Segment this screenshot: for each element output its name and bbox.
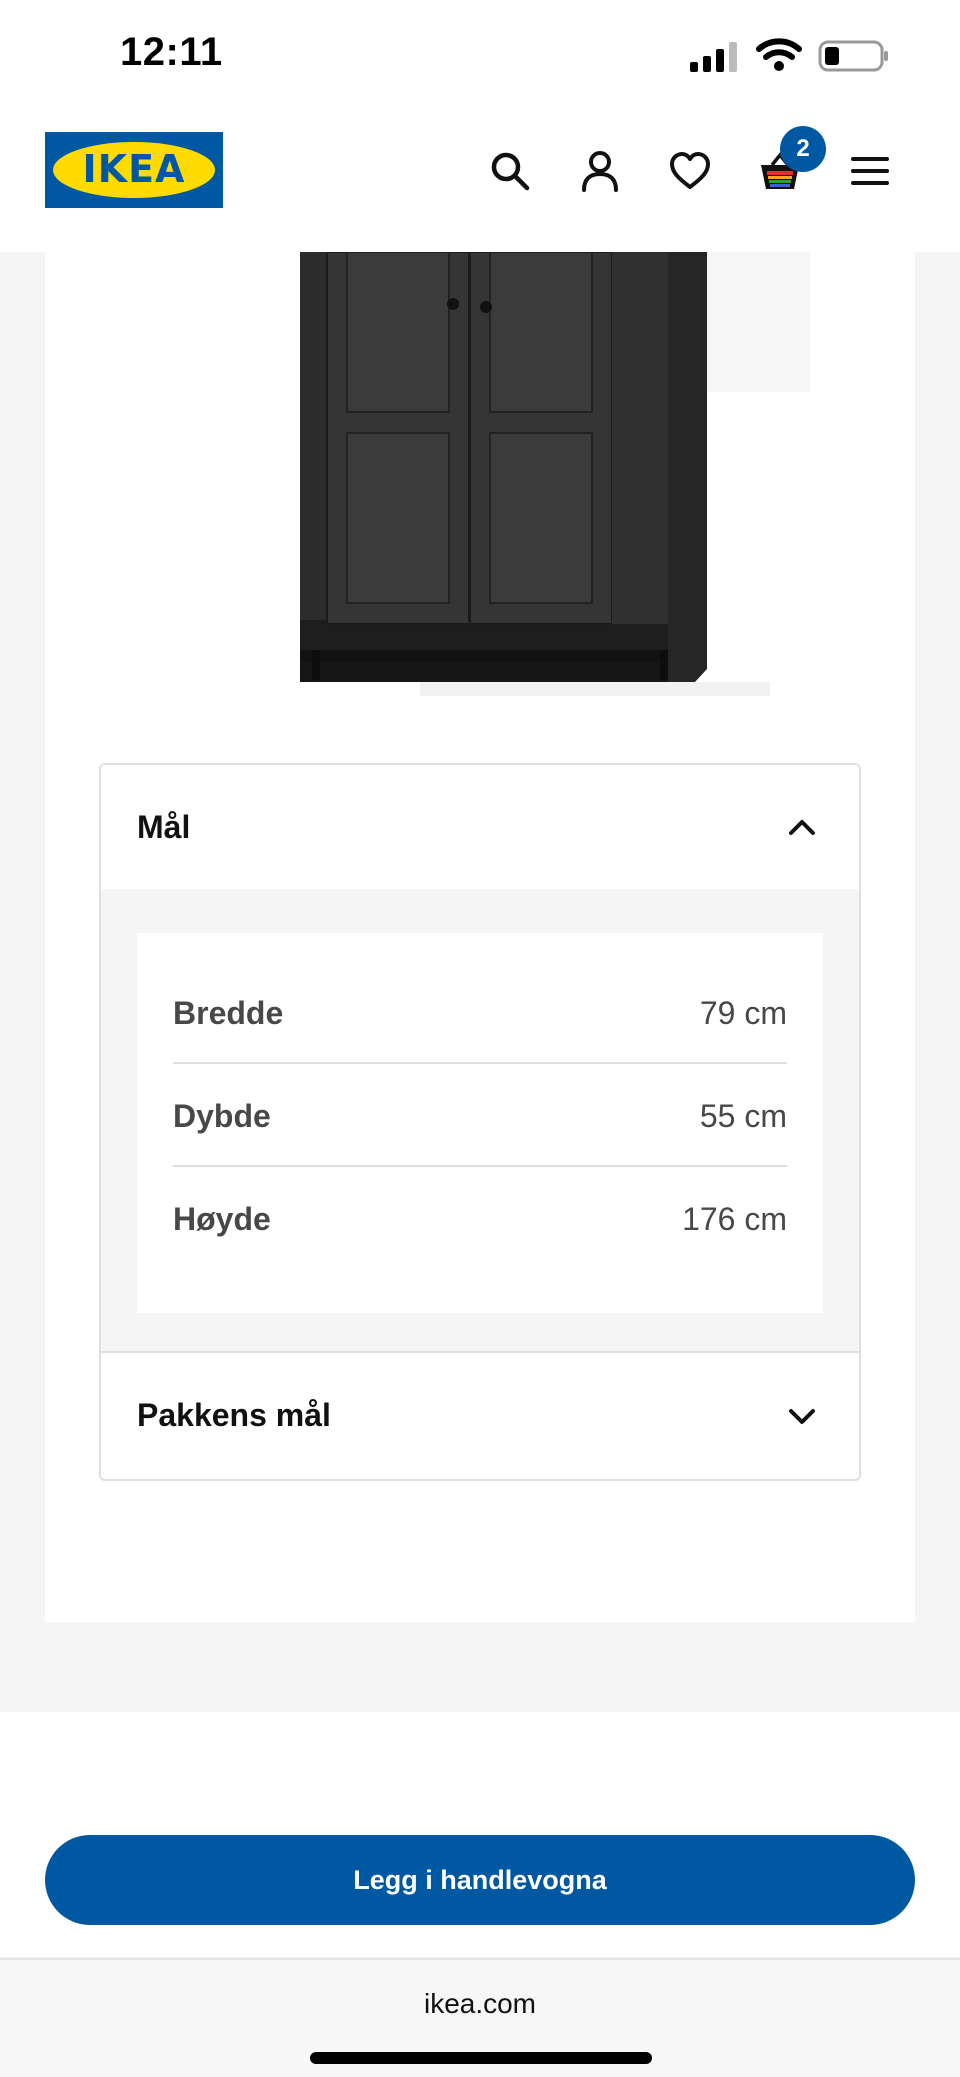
dimensions-panel: Bredde 79 cm Dybde 55 cm Høyde 176 cm: [101, 889, 859, 1351]
battery-icon: [818, 40, 888, 72]
chevron-up-icon: [789, 820, 815, 835]
site-header: IKEA 2: [0, 110, 960, 252]
heart-icon: [670, 152, 710, 189]
dimension-value: 55 cm: [699, 1098, 787, 1134]
wishlist-button[interactable]: [663, 144, 717, 198]
product-details-card: Mål Bredde 79 cm Dybde 55 cm Høyde 176 c…: [45, 252, 915, 1622]
dimension-value: 176 cm: [682, 1201, 787, 1237]
sticky-cart-bar: Legg i handlevogna: [0, 1712, 960, 1957]
product-image[interactable]: [300, 252, 900, 712]
dimension-value: 79 cm: [699, 995, 787, 1031]
search-button[interactable]: [483, 144, 537, 198]
dimension-row-height: Høyde 176 cm: [173, 1167, 787, 1270]
cart-count-badge: 2: [780, 126, 826, 172]
dimensions-table: Bredde 79 cm Dybde 55 cm Høyde 176 cm: [137, 933, 823, 1313]
package-dimensions-accordion-header[interactable]: Pakkens mål: [101, 1353, 859, 1477]
search-icon: [491, 152, 530, 191]
dimension-row-width: Bredde 79 cm: [173, 961, 787, 1064]
status-time: 12:11: [120, 30, 223, 74]
account-icon: [582, 151, 618, 192]
status-bar: 12:11: [0, 0, 960, 110]
ikea-logo[interactable]: IKEA: [45, 132, 223, 208]
dimension-label: Bredde: [173, 995, 284, 1031]
dimension-label: Høyde: [173, 1201, 271, 1237]
home-indicator: [310, 2052, 652, 2064]
dimension-row-depth: Dybde 55 cm: [173, 1064, 787, 1167]
logo-text: IKEA: [82, 147, 186, 191]
dimension-label: Dybde: [173, 1098, 271, 1134]
chevron-down-icon: [789, 1409, 815, 1424]
account-button[interactable]: [573, 144, 627, 198]
url-label[interactable]: ikea.com: [0, 1988, 960, 2020]
wifi-icon: [756, 38, 802, 71]
package-dimensions-title: Pakkens mål: [137, 1397, 331, 1433]
dimensions-accordion-header[interactable]: Mål: [101, 765, 859, 889]
dimensions-accordion: Mål Bredde 79 cm Dybde 55 cm Høyde 176 c…: [99, 763, 861, 1481]
menu-button[interactable]: [843, 144, 897, 198]
cellular-signal-icon: [690, 42, 737, 72]
browser-address-bar: ikea.com: [0, 1958, 960, 2077]
menu-icon: [851, 157, 889, 185]
add-to-cart-button[interactable]: Legg i handlevogna: [45, 1835, 915, 1925]
dimensions-title: Mål: [137, 809, 191, 845]
